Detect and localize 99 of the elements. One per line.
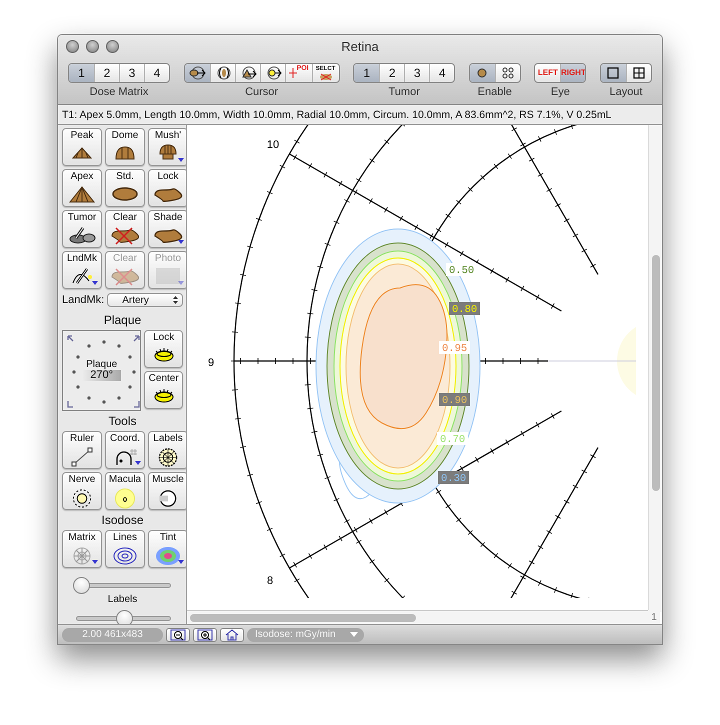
tool-button[interactable]: Nerve [62,472,102,510]
tool-button[interactable]: Coord. [105,430,145,468]
isodose-label: 0.95 [439,341,470,355]
section-heading: Isodose [100,512,145,528]
tool-button: Clear [105,251,145,289]
horizontal-scrollbar[interactable] [187,610,651,624]
toolbar-group-label: Tumor [388,85,420,100]
toolbar-tab[interactable]: 3 [404,64,430,82]
vertical-scrollbar[interactable] [648,125,662,612]
eye-toggle[interactable]: LEFT [535,64,560,82]
isodose-label: 0.90 [439,393,470,407]
toolbar-group-label: Eye [550,85,570,100]
zoom-in-button[interactable] [193,628,217,642]
tinted-oval-icon [155,546,181,566]
disc-icon [113,488,137,508]
tool-button[interactable]: Peak [62,128,102,166]
page-number: 1 [648,610,660,624]
slider-label: Labels [106,592,138,607]
toolbar-group-label: Enable [478,85,512,100]
tool-button[interactable]: Macula [105,472,145,510]
toolbar-tab[interactable]: 4 [144,64,169,82]
plaque-rotation-dial[interactable]: Plaque 270° [62,330,142,410]
landmark-select[interactable]: Artery [107,293,183,308]
dot-icon [476,67,488,79]
tool-button[interactable]: Mush' [148,128,186,166]
four-dots-icon [502,67,514,79]
toolbar-toggle[interactable] [600,64,626,82]
section-heading: Plaque [102,312,142,328]
toolbar-tab[interactable]: 2 [94,64,119,82]
tool-button[interactable]: Tint [148,530,186,568]
photo-placeholder [154,267,182,285]
tool-button[interactable]: Center [144,370,183,408]
toolbar-tab[interactable]: 3 [119,64,144,82]
zoom-out-icon [170,628,186,640]
blob-icon [153,226,183,244]
tool-button[interactable]: Tumor [62,210,102,248]
home-icon [224,628,240,640]
toolbar-group-label: Layout [609,85,642,100]
tool-button: Photo [148,251,186,289]
dial-angle: 270° [82,370,122,381]
home-button[interactable] [220,628,244,642]
crossed-oval-icon [318,72,334,80]
clock-label: 9 [208,357,214,369]
line-icon [70,446,94,466]
toolbar-tab[interactable]: 1 [354,64,380,82]
tool-button[interactable]: Muscle [148,472,186,510]
grid-icon [632,67,645,79]
tool-button[interactable]: Shade [148,210,186,248]
tool-button[interactable]: Lock [144,330,183,368]
square-icon [607,67,620,79]
concentric-ovals-icon [112,546,138,566]
oval-icon [111,185,139,203]
tool-button[interactable]: Matrix [62,530,102,568]
zoom-readout: 2.00 461x483 [62,628,163,642]
toolbar-tab[interactable]: 4 [429,64,454,82]
pyramid-icon [67,185,97,204]
blob-icon [153,185,183,203]
dial-label: Plaque [86,359,118,370]
tool-button[interactable]: Std. [105,169,145,207]
plaque-icon [152,386,176,402]
zoom-out-button[interactable] [166,628,190,642]
toolbar-toggle[interactable] [184,64,210,82]
toolbar-toggle[interactable] [470,64,495,82]
toolbar-tab[interactable]: 1 [69,64,94,82]
scroll-thumb[interactable] [190,614,416,622]
section-heading: Tools [107,414,138,428]
isodose-label: 0.50 [446,263,477,277]
tool-button[interactable]: Labels [148,430,186,468]
scroll-thumb[interactable] [652,255,660,491]
tool-button[interactable]: Apex [62,169,102,207]
zoom-in-icon [197,628,213,640]
toolbar-group-label: Cursor [245,85,278,100]
isodose-label: 0.80 [449,302,480,316]
tool-button[interactable]: Ruler [62,430,102,468]
plaque-icon [152,346,176,362]
wheel-icon [156,446,180,468]
slider-thumb[interactable] [72,576,90,594]
tool-button[interactable]: Lines [105,530,145,568]
minimize-button[interactable] [86,40,99,53]
toolbar-tab[interactable]: 2 [379,64,404,82]
close-button[interactable] [66,40,79,53]
pen-and-oval-icon [67,226,97,244]
tool-button[interactable]: Clear [105,210,145,248]
toolbar-group-label: Dose Matrix [90,85,148,100]
stepper-arrows-icon [173,296,178,304]
crosshair-icon [288,67,297,79]
clock-label: 10 [266,139,280,151]
tool-button[interactable]: Dome [105,128,145,166]
tool-button[interactable]: Lock [148,169,186,207]
zoom-button[interactable] [106,40,119,53]
isodose-label: 0.70 [437,432,468,446]
select-label: LandMk: [62,293,104,308]
tool-button[interactable]: LndMk [62,251,102,289]
isodose-label: 0.30 [438,471,469,485]
slider-thumb[interactable] [116,610,132,624]
clock-label: 8 [266,575,274,587]
target-icon [70,488,94,508]
caret-icon [350,632,358,637]
window-title: Retina [341,38,379,56]
